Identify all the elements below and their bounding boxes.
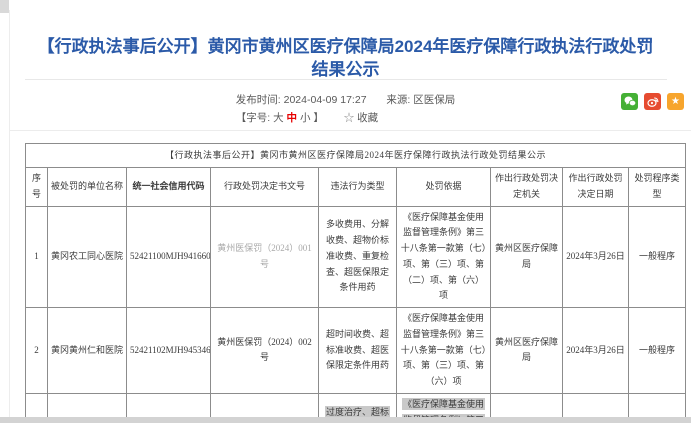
fontsize-favorite-line: 【字号: 大 中 小 】 ☆ 收藏 xyxy=(236,110,455,126)
title-divider xyxy=(25,79,667,80)
source-label: 来源: xyxy=(386,94,411,106)
col-header-credit-code: 统一社会信用代码 xyxy=(126,167,211,207)
cell-authority: 黄州区医疗保障局 xyxy=(490,307,563,394)
col-header-unit: 被处罚的单位名称 xyxy=(47,167,127,207)
cell-unit: 黄冈黄州仁和医院 xyxy=(47,307,127,394)
col-header-basis: 处罚依据 xyxy=(396,167,491,207)
fontsize-small-button[interactable]: 小 xyxy=(300,112,311,124)
meta-area: 发布时间: 2024-04-09 17:27 来源: 区医保局 【字号: 大 中… xyxy=(0,92,691,126)
favorite-star-icon[interactable]: ☆ xyxy=(344,112,355,124)
col-header-no: 序号 xyxy=(25,167,48,207)
cell-authority: 黄州区医疗保障局 xyxy=(490,205,563,308)
cell-no: 1 xyxy=(25,205,48,308)
cell-violation: 超时间收费、超标准收费、超医保限定条件用药 xyxy=(318,307,397,394)
table-row: 1 黄冈农工同心医院 52421100MJH941660U 黄州医保罚（2024… xyxy=(25,205,687,308)
wechat-bubbles-glyph xyxy=(624,96,636,107)
favorite-button[interactable]: 收藏 xyxy=(357,112,378,124)
content-divider xyxy=(10,130,691,131)
cell-no: 2 xyxy=(25,307,48,394)
weibo-eye-glyph xyxy=(646,97,658,107)
cell-procedure: 一般程序 xyxy=(627,307,687,394)
cell-basis: 《医疗保障基金使用监督管理条例》第三十八条第一款第（七）项、第（三）项、第（二）… xyxy=(396,205,491,308)
wechat-share-icon[interactable] xyxy=(621,93,638,110)
page-bottom-strip xyxy=(0,417,691,423)
weibo-share-icon[interactable] xyxy=(644,93,661,110)
cell-date: 2024年3月26日 xyxy=(562,205,629,308)
page-left-edge xyxy=(9,10,10,423)
publish-info-line: 发布时间: 2024-04-09 17:27 来源: 区医保局 xyxy=(236,92,455,108)
cell-date: 2024年3月26日 xyxy=(562,307,629,394)
cell-credit-code: 52421102MJH9453465 xyxy=(126,307,211,394)
table-caption: 【行政执法事后公开】黄冈市黄州区医疗保障局2024年医疗保障行政执法行政处罚结果… xyxy=(24,143,687,168)
col-header-procedure: 处罚程序类型 xyxy=(627,167,687,207)
penalty-results-table: 【行政执法事后公开】黄冈市黄州区医疗保障局2024年医疗保障行政执法行政处罚结果… xyxy=(24,143,687,423)
col-header-authority: 作出行政处罚决定机关 xyxy=(490,167,563,207)
publish-time-value: 2024-04-09 17:27 xyxy=(283,94,367,106)
share-toolbar: ★ xyxy=(621,93,684,110)
cell-doc-no: 黄州医保罚（2024）001号 xyxy=(210,205,319,308)
cell-basis: 《医疗保障基金使用监督管理条例》第三十八条第一款第（七）项、第（三）项、第（六）… xyxy=(396,307,491,394)
col-header-doc-no: 行政处罚决定书文号 xyxy=(210,167,319,207)
cell-unit: 黄冈农工同心医院 xyxy=(47,205,127,308)
fontsize-medium-button[interactable]: 中 xyxy=(287,112,298,124)
fontsize-prefix: 【字号: xyxy=(235,112,271,124)
cell-credit-code: 52421100MJH941660U xyxy=(126,205,211,308)
cell-doc-no: 黄州医保罚（2024）002号 xyxy=(210,307,319,394)
fontsize-large-button[interactable]: 大 xyxy=(273,112,284,124)
col-header-violation: 违法行为类型 xyxy=(318,167,397,207)
star-glyph: ★ xyxy=(671,95,680,107)
page: 【行政执法事后公开】黄冈市黄州区医疗保障局2024年医疗保障行政执法行政处罚结果… xyxy=(0,0,691,423)
corner-artifact xyxy=(0,0,9,13)
page-title: 【行政执法事后公开】黄冈市黄州区医疗保障局2024年医疗保障行政执法行政处罚结果… xyxy=(37,37,654,79)
cell-violation: 多收费用、分解收费、超物价标准收费、重复检查、超医保限定条件用药 xyxy=(318,205,397,308)
cell-procedure: 一般程序 xyxy=(627,205,687,308)
fontsize-suffix: 】 xyxy=(313,112,324,124)
col-header-date: 作出行政处罚决定日期 xyxy=(562,167,629,207)
table-header-row: 序号 被处罚的单位名称 统一社会信用代码 行政处罚决定书文号 违法行为类型 处罚… xyxy=(25,167,687,207)
publish-time-label: 发布时间: xyxy=(235,94,281,106)
table-row: 2 黄冈黄州仁和医院 52421102MJH9453465 黄州医保罚（2024… xyxy=(25,307,687,394)
source-value: 区医保局 xyxy=(413,94,456,106)
star-favorite-icon[interactable]: ★ xyxy=(667,93,684,110)
